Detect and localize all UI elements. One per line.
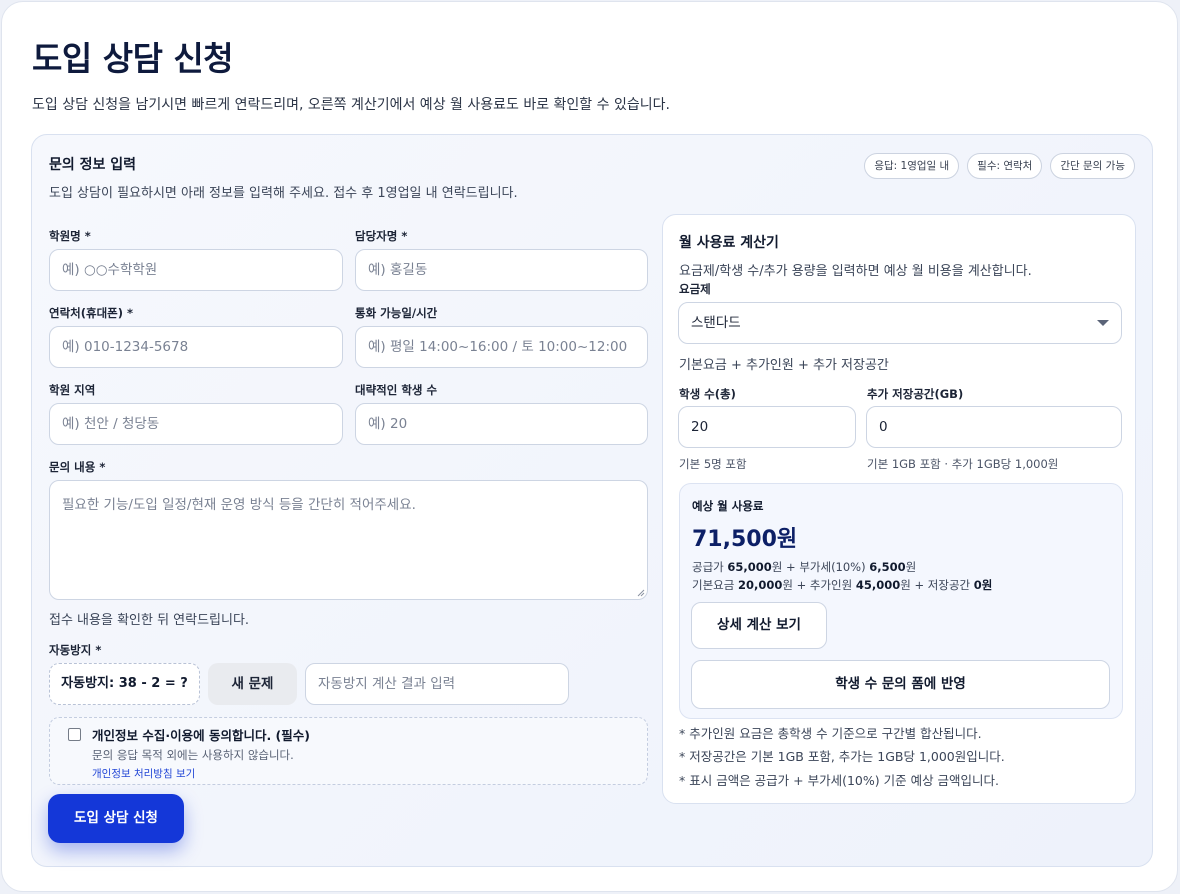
plan-label: 요금제 [679, 282, 711, 296]
phone-label: 연락처(휴대폰) * [49, 306, 134, 320]
region-input[interactable]: 예) 천안 / 청당동 [49, 403, 343, 445]
page-description: 도입 상담 신청을 남기시면 빠르게 연락드리며, 오른쪽 계산기에서 예상 월… [32, 97, 670, 113]
student-count-input[interactable]: 예) 20 [355, 403, 648, 445]
privacy-consent-box: 개인정보 수집·이용에 동의합니다. (필수) 문의 응답 목적 외에는 사용하… [49, 717, 648, 785]
plan-description: 기본요금 + 추가인원 + 추가 저장공간 [679, 358, 889, 373]
fee-calculator: 월 사용료 계산기 요금제/학생 수/추가 용량을 입력하면 예상 월 비용을 … [662, 214, 1136, 804]
resize-grip-icon[interactable] [637, 589, 645, 597]
region-label: 학원 지역 [49, 383, 96, 397]
consent-title: 개인정보 수집·이용에 동의합니다. (필수) [92, 728, 310, 743]
call-time-input[interactable]: 예) 평일 14:00~16:00 / 토 10:00~12:00 [355, 326, 648, 368]
calculator-subtitle: 요금제/학생 수/추가 용량을 입력하면 예상 월 비용을 계산합니다. [679, 264, 1032, 279]
storage-hint: 기본 1GB 포함 · 추가 1GB당 1,000원 [867, 457, 1059, 471]
chip-simple-inquiry: 간단 문의 가능 [1050, 153, 1135, 179]
inquiry-note: 접수 내용을 확인한 뒤 연락드립니다. [49, 613, 250, 628]
view-detail-button[interactable]: 상세 계산 보기 [691, 602, 827, 649]
plan-select[interactable]: 스탠다드 [678, 302, 1122, 344]
estimate-breakdown-line: 기본요금 20,000원 + 추가인원 45,000원 + 저장공간 0원 [692, 577, 992, 593]
academy-name-input[interactable]: 예) ○○수학학원 [49, 249, 343, 291]
storage-amount: 0원 [973, 578, 993, 592]
page-title: 도입 상담 신청 [32, 39, 234, 78]
inquiry-placeholder: 필요한 기능/도입 일정/현재 운영 방식 등을 간단히 적어주세요. [62, 497, 416, 513]
chevron-down-icon [1097, 320, 1109, 326]
academy-name-label: 학원명 * [49, 229, 91, 243]
base-amount: 20,000 [737, 578, 783, 592]
form-title: 문의 정보 입력 [49, 157, 137, 173]
extra-amount: 45,000 [855, 578, 901, 592]
storage-label: 추가 저장공간(GB) [867, 387, 964, 401]
call-time-label: 통화 가능일/시간 [355, 306, 438, 320]
won-suffix: 원 [905, 560, 917, 574]
calculator-title: 월 사용료 계산기 [679, 235, 779, 251]
supply-amount: 65,000 [727, 560, 772, 574]
base-prefix: 기본요금 [692, 578, 738, 592]
chip-required-contact: 필수: 연락처 [967, 153, 1043, 179]
apply-students-button[interactable]: 학생 수 문의 폼에 반영 [691, 660, 1110, 709]
vat-amount: 6,500 [869, 560, 906, 574]
inquiry-textarea[interactable]: 필요한 기능/도입 일정/현재 운영 방식 등을 간단히 적어주세요. [49, 480, 648, 600]
manager-name-label: 담당자명 * [355, 229, 408, 243]
submit-inquiry-button[interactable]: 도입 상담 신청 [48, 794, 184, 843]
calculator-note: * 추가인원 요금은 총학생 수 기준으로 구간별 합산됩니다. [679, 726, 982, 741]
estimate-panel: 예상 월 사용료 71,500원 공급가 65,000원 + 부가세(10%) … [679, 483, 1123, 719]
calculator-note: * 저장공간은 기본 1GB 포함, 추가는 1GB당 1,000원입니다. [679, 749, 1005, 764]
chip-response-time: 응답: 1영업일 내 [864, 153, 960, 179]
page-container: 도입 상담 신청 도입 상담 신청을 남기시면 빠르게 연락드리며, 오른쪽 계… [1, 1, 1178, 892]
students-label: 학생 수(총) [679, 387, 736, 401]
student-count-label: 대략적인 학생 수 [355, 383, 438, 397]
privacy-consent-checkbox[interactable] [68, 728, 81, 741]
new-captcha-button[interactable]: 새 문제 [208, 663, 297, 705]
inquiry-label: 문의 내용 * [49, 460, 106, 474]
captcha-label: 자동방지 * [49, 643, 102, 657]
captcha-answer-input[interactable]: 자동방지 계산 결과 입력 [305, 663, 569, 705]
supply-prefix: 공급가 [692, 560, 728, 574]
estimate-supply-line: 공급가 65,000원 + 부가세(10%) 6,500원 [692, 559, 916, 575]
phone-input[interactable]: 예) 010-1234-5678 [49, 326, 343, 368]
form-subtitle: 도입 상담이 필요하시면 아래 정보를 입력해 주세요. 접수 후 1영업일 내… [49, 186, 518, 201]
manager-name-input[interactable]: 예) 홍길동 [355, 249, 648, 291]
inquiry-card: 문의 정보 입력 도입 상담이 필요하시면 아래 정보를 입력해 주세요. 접수… [31, 134, 1153, 867]
captcha-question: 자동방지: 38 - 2 = ? [49, 663, 200, 705]
students-input[interactable]: 20 [678, 406, 856, 448]
info-chips: 응답: 1영업일 내 필수: 연락처 간단 문의 가능 [864, 153, 1135, 179]
privacy-policy-link[interactable]: 개인정보 처리방침 보기 [92, 766, 195, 781]
vat-prefix: 원 + 부가세(10%) [771, 560, 870, 574]
estimate-total: 71,500원 [692, 527, 798, 552]
storage-prefix: 원 + 저장공간 [900, 578, 974, 592]
students-hint: 기본 5명 포함 [679, 457, 747, 471]
calculator-note: * 표시 금액은 공급가 + 부가세(10%) 기준 예상 금액입니다. [679, 773, 1000, 788]
estimate-label: 예상 월 사용료 [692, 499, 764, 513]
consent-description: 문의 응답 목적 외에는 사용하지 않습니다. [92, 748, 294, 762]
storage-input[interactable]: 0 [866, 406, 1122, 448]
plan-selected-value: 스탠다드 [691, 315, 741, 331]
extra-prefix: 원 + 추가인원 [782, 578, 856, 592]
